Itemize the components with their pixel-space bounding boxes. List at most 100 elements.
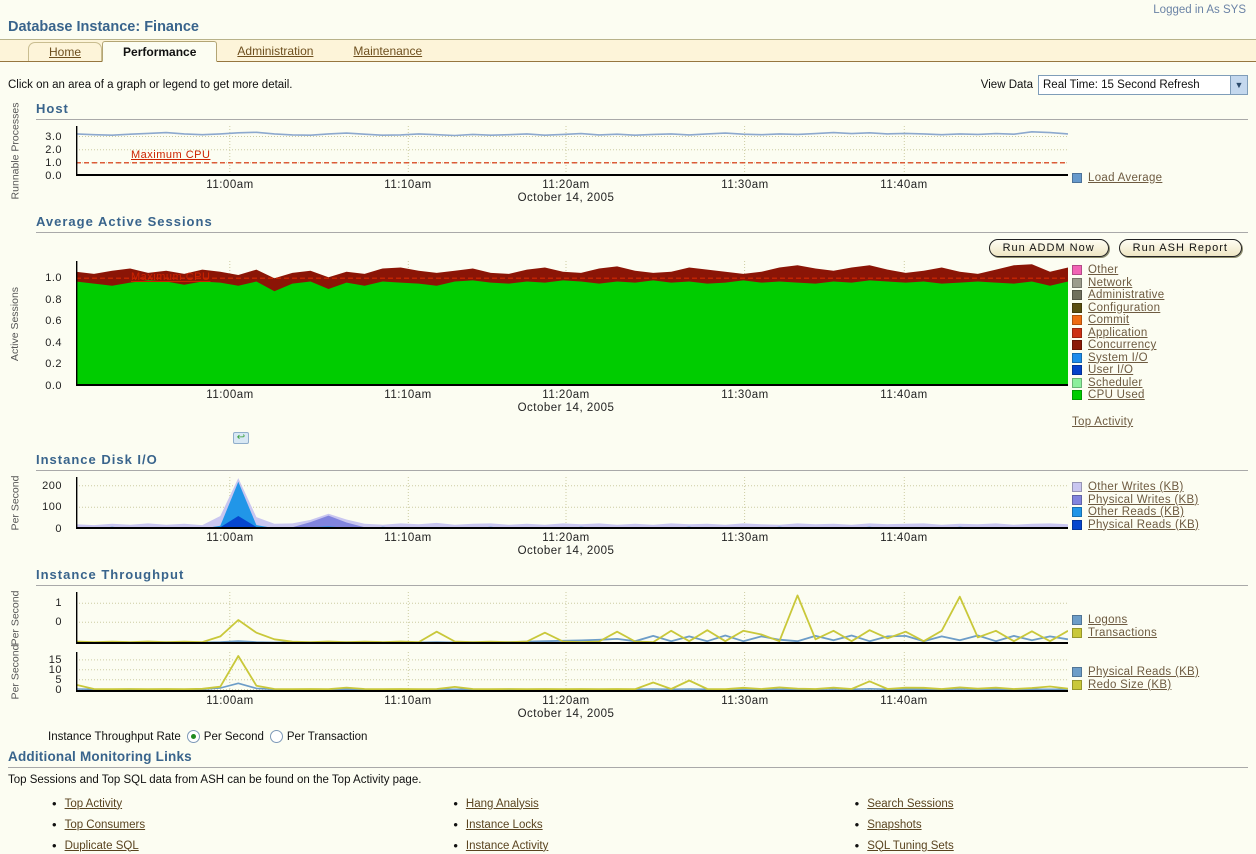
view-data-value: Real Time: 15 Second Refresh: [1039, 79, 1200, 91]
legend-color-chip: [1072, 520, 1082, 530]
host-plot-area[interactable]: [76, 126, 1068, 176]
run-ash-button[interactable]: Run ASH Report: [1119, 239, 1242, 257]
disk-plot-area[interactable]: [76, 477, 1068, 529]
legend-item[interactable]: Physical Reads (KB): [1072, 666, 1254, 678]
tp2-plot-area[interactable]: [76, 652, 1068, 692]
tp2-legend: Physical Reads (KB)Redo Size (KB): [1068, 652, 1254, 724]
legend-color-chip: [1072, 265, 1082, 275]
throughput-rate-label: Instance Throughput Rate: [48, 731, 181, 743]
tab-home[interactable]: Home: [28, 42, 102, 61]
list-item: Top Consumers: [52, 817, 453, 832]
monitoring-link[interactable]: Duplicate SQL: [65, 840, 139, 852]
section-title-aas: Average Active Sessions: [36, 214, 1248, 233]
legend-color-chip: [1072, 303, 1082, 313]
monitoring-link[interactable]: Search Sessions: [867, 798, 953, 810]
monitoring-link[interactable]: Instance Locks: [466, 819, 543, 831]
maximum-cpu-label[interactable]: Maximum CPU: [131, 271, 210, 283]
legend-color-chip: [1072, 365, 1082, 375]
list-item: SQL Tuning Sets: [855, 838, 1256, 853]
monitoring-link[interactable]: SQL Tuning Sets: [867, 840, 954, 852]
legend-item[interactable]: Administrative: [1072, 289, 1254, 301]
instruction-text: Click on an area of a graph or legend to…: [8, 79, 292, 91]
view-data-label: View Data: [981, 79, 1033, 91]
x-axis-labels: 11:00am11:10am11:20amOctober 14, 200511:…: [8, 692, 1068, 724]
y-tick-label: 1.0: [45, 157, 62, 169]
legend-color-chip: [1072, 680, 1082, 690]
legend-color-chip: [1072, 378, 1082, 388]
instance-disk-io-chart[interactable]: Per Second 2001000 11:00am11:10am11:20am…: [0, 477, 1068, 561]
monitoring-note: Top Sessions and Top SQL data from ASH c…: [8, 774, 1256, 786]
run-addm-button[interactable]: Run ADDM Now: [989, 239, 1109, 257]
host-chart[interactable]: Runnable Processes 3.02.01.00.0 Maximum …: [0, 126, 1068, 208]
y-axis-title: Active Sessions: [8, 261, 22, 386]
aas-plot-area[interactable]: [76, 261, 1068, 386]
y-axis-title: Per Second: [8, 652, 22, 692]
legend-item[interactable]: Physical Writes (KB): [1072, 494, 1254, 506]
legend-color-chip: [1072, 507, 1082, 517]
legend-item[interactable]: User I/O: [1072, 364, 1254, 376]
tab-performance[interactable]: Performance: [102, 41, 217, 62]
snapshot-icon[interactable]: ↩: [233, 432, 249, 444]
legend-item[interactable]: System I/O: [1072, 352, 1254, 364]
radio-unselected-icon[interactable]: [270, 730, 283, 743]
legend-item[interactable]: Transactions: [1072, 627, 1254, 639]
tab-maintenance[interactable]: Maintenance: [333, 40, 442, 61]
view-data-select[interactable]: Real Time: 15 Second Refresh ▼: [1038, 75, 1248, 95]
monitoring-link[interactable]: Top Activity: [65, 798, 123, 810]
legend-color-chip: [1072, 615, 1082, 625]
y-tick-label: 2.0: [45, 144, 62, 156]
legend-item[interactable]: Network: [1072, 277, 1254, 289]
page-title: Database Instance: Finance: [8, 19, 1256, 35]
legend-item[interactable]: CPU Used: [1072, 389, 1254, 401]
y-tick-label: 200: [42, 480, 62, 492]
legend-color-chip: [1072, 353, 1082, 363]
legend-item[interactable]: Commit: [1072, 314, 1254, 326]
throughput-logons-chart[interactable]: Per Second 10: [0, 592, 1068, 652]
throughput-redo-chart[interactable]: Per Second 151050 11:00am11:10am11:20amO…: [0, 652, 1068, 724]
y-tick-label: 0.2: [45, 358, 62, 370]
monitoring-link[interactable]: Top Consumers: [65, 819, 146, 831]
legend-item[interactable]: Load Average: [1072, 172, 1254, 184]
legend-color-chip: [1072, 278, 1082, 288]
legend-item[interactable]: Other: [1072, 264, 1254, 276]
list-item: Search Sessions: [855, 796, 1256, 811]
list-item: Instance Locks: [453, 817, 854, 832]
legend-item[interactable]: Redo Size (KB): [1072, 679, 1254, 691]
list-item: Instance Activity: [453, 838, 854, 853]
list-item: Snapshots: [855, 817, 1256, 832]
y-axis-title: Runnable Processes: [8, 126, 22, 176]
top-activity-link[interactable]: Top Activity: [1072, 416, 1133, 428]
monitoring-link[interactable]: Snapshots: [867, 819, 921, 831]
y-tick-label: 0.6: [45, 315, 62, 327]
legend-item[interactable]: Physical Reads (KB): [1072, 519, 1254, 531]
tab-administration[interactable]: Administration: [217, 40, 333, 61]
per-second-radio[interactable]: Per Second: [187, 730, 264, 743]
list-item: Top Activity: [52, 796, 453, 811]
radio-selected-icon[interactable]: [187, 730, 200, 743]
legend-item[interactable]: Concurrency: [1072, 339, 1254, 351]
legend-item[interactable]: Scheduler: [1072, 377, 1254, 389]
legend-color-chip: [1072, 495, 1082, 505]
legend-item[interactable]: Configuration: [1072, 302, 1254, 314]
maximum-cpu-label[interactable]: Maximum CPU: [131, 149, 210, 161]
legend-item[interactable]: Other Reads (KB): [1072, 506, 1254, 518]
legend-color-chip: [1072, 667, 1082, 677]
per-transaction-radio[interactable]: Per Transaction: [270, 730, 368, 743]
chevron-down-icon[interactable]: ▼: [1230, 76, 1247, 94]
legend-item[interactable]: Other Writes (KB): [1072, 481, 1254, 493]
y-tick-label: 1.0: [45, 272, 62, 284]
legend-color-chip: [1072, 628, 1082, 638]
y-tick-label: 1: [55, 597, 62, 609]
list-item: Duplicate SQL: [52, 838, 453, 853]
tab-bar: Home Performance Administration Maintena…: [0, 39, 1256, 62]
list-item: Hang Analysis: [453, 796, 854, 811]
monitoring-link[interactable]: Instance Activity: [466, 840, 548, 852]
legend-color-chip: [1072, 290, 1082, 300]
average-active-sessions-chart[interactable]: Active Sessions 1.00.80.60.40.20.0 Maxim…: [0, 261, 1068, 430]
legend-item[interactable]: Application: [1072, 327, 1254, 339]
tp1-plot-area[interactable]: [76, 592, 1068, 644]
monitoring-link[interactable]: Hang Analysis: [466, 798, 539, 810]
y-axis-title: Per Second: [8, 477, 22, 529]
y-tick-label: 100: [42, 501, 62, 513]
legend-item[interactable]: Logons: [1072, 614, 1254, 626]
